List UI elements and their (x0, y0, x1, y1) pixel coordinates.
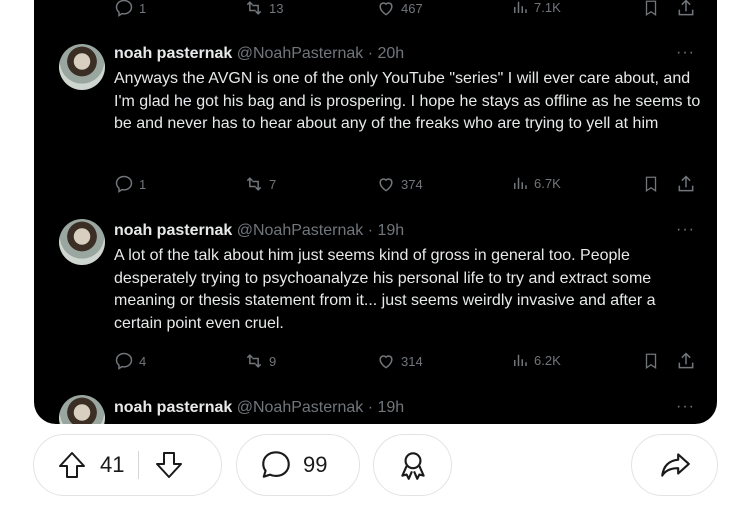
like-action[interactable]: 314 (376, 351, 423, 371)
award-icon (400, 452, 425, 480)
share-icon[interactable] (676, 174, 696, 194)
tweet-header: noah pasternak @NoahPasternak · 19h (114, 222, 405, 239)
views-icon (514, 177, 527, 189)
vote-pill: 41 (33, 434, 222, 496)
like-icon (379, 2, 393, 16)
reply-action[interactable]: 4 (114, 351, 146, 371)
repost-action[interactable]: 13 (244, 0, 283, 18)
share-icon[interactable] (676, 0, 696, 18)
repost-count: 9 (269, 353, 277, 369)
avatar[interactable] (59, 395, 105, 424)
tweet-actions-top: 1 13 467 7.1K (114, 0, 694, 18)
views-icon (514, 1, 527, 13)
author-name[interactable]: noah pasternak (114, 222, 232, 239)
reply-count: 1 (139, 176, 147, 192)
repost-icon (246, 1, 262, 15)
views-action[interactable]: 6.7K (511, 174, 561, 192)
vote-count: 41 (100, 452, 125, 477)
tweet-header: noah pasternak @NoahPasternak · 20h (114, 45, 405, 62)
like-count: 467 (401, 0, 423, 16)
avatar[interactable] (59, 219, 105, 265)
repost-action[interactable]: 7 (244, 174, 276, 194)
avatar[interactable] (59, 44, 105, 90)
screenshot-embed: 1 13 467 7.1K noah pasternak @NoahPaster… (34, 0, 717, 424)
reply-icon (115, 0, 133, 17)
tweet-actions: 1 7 374 6.7K (114, 174, 694, 194)
repost-count: 7 (269, 176, 277, 192)
bookmark-icon[interactable] (642, 174, 660, 194)
views-count: 6.2K (534, 352, 561, 368)
tweet-header: noah pasternak @NoahPasternak · 19h (114, 399, 405, 416)
author-name[interactable]: noah pasternak (114, 399, 232, 416)
bookmark-icon[interactable] (642, 0, 660, 18)
author-handle[interactable]: @NoahPasternak (237, 45, 364, 62)
like-icon (379, 355, 393, 369)
share-arrow-icon (660, 453, 690, 477)
like-count: 314 (401, 353, 423, 369)
reply-action[interactable]: 1 (114, 174, 146, 194)
tweet-actions: 4 9 314 6.2K (114, 351, 694, 371)
timestamp[interactable]: 20h (377, 45, 404, 62)
author-handle[interactable]: @NoahPasternak (237, 399, 364, 416)
timestamp[interactable]: 19h (377, 399, 404, 416)
like-action[interactable]: 374 (376, 174, 423, 194)
reply-icon (115, 352, 133, 370)
timestamp[interactable]: 19h (377, 222, 404, 239)
more-options-icon[interactable]: ··· (676, 398, 695, 416)
like-count: 374 (401, 176, 423, 192)
share-button[interactable] (631, 434, 718, 496)
views-action[interactable]: 6.2K (511, 351, 561, 369)
author-handle[interactable]: @NoahPasternak (237, 222, 364, 239)
downvote-icon[interactable] (153, 449, 185, 481)
repost-icon (246, 354, 262, 368)
award-button[interactable] (373, 434, 452, 496)
views-action[interactable]: 7.1K (511, 0, 561, 16)
upvote-icon[interactable] (56, 449, 88, 481)
reply-count: 1 (139, 0, 147, 16)
reply-action[interactable]: 1 (114, 0, 146, 18)
comment-count: 99 (303, 452, 328, 477)
views-count: 7.1K (534, 0, 561, 15)
tweet-text: A lot of the talk about him just seems k… (114, 247, 656, 332)
tweet-text: Anyways the AVGN is one of the only YouT… (114, 70, 701, 132)
views-count: 6.7K (534, 175, 561, 191)
more-options-icon[interactable]: ··· (676, 221, 695, 239)
repost-icon (246, 177, 262, 191)
repost-count: 13 (269, 0, 284, 16)
like-icon (379, 178, 393, 192)
repost-action[interactable]: 9 (244, 351, 276, 371)
comments-button[interactable]: 99 (236, 434, 360, 496)
divider (138, 451, 140, 479)
bookmark-icon[interactable] (642, 351, 660, 371)
more-options-icon[interactable]: ··· (676, 44, 695, 62)
author-name[interactable]: noah pasternak (114, 45, 232, 62)
reply-icon (115, 175, 133, 193)
views-icon (514, 354, 527, 366)
reply-count: 4 (139, 353, 147, 369)
like-action[interactable]: 467 (376, 0, 423, 18)
comment-icon (262, 451, 290, 478)
share-icon[interactable] (676, 351, 696, 371)
